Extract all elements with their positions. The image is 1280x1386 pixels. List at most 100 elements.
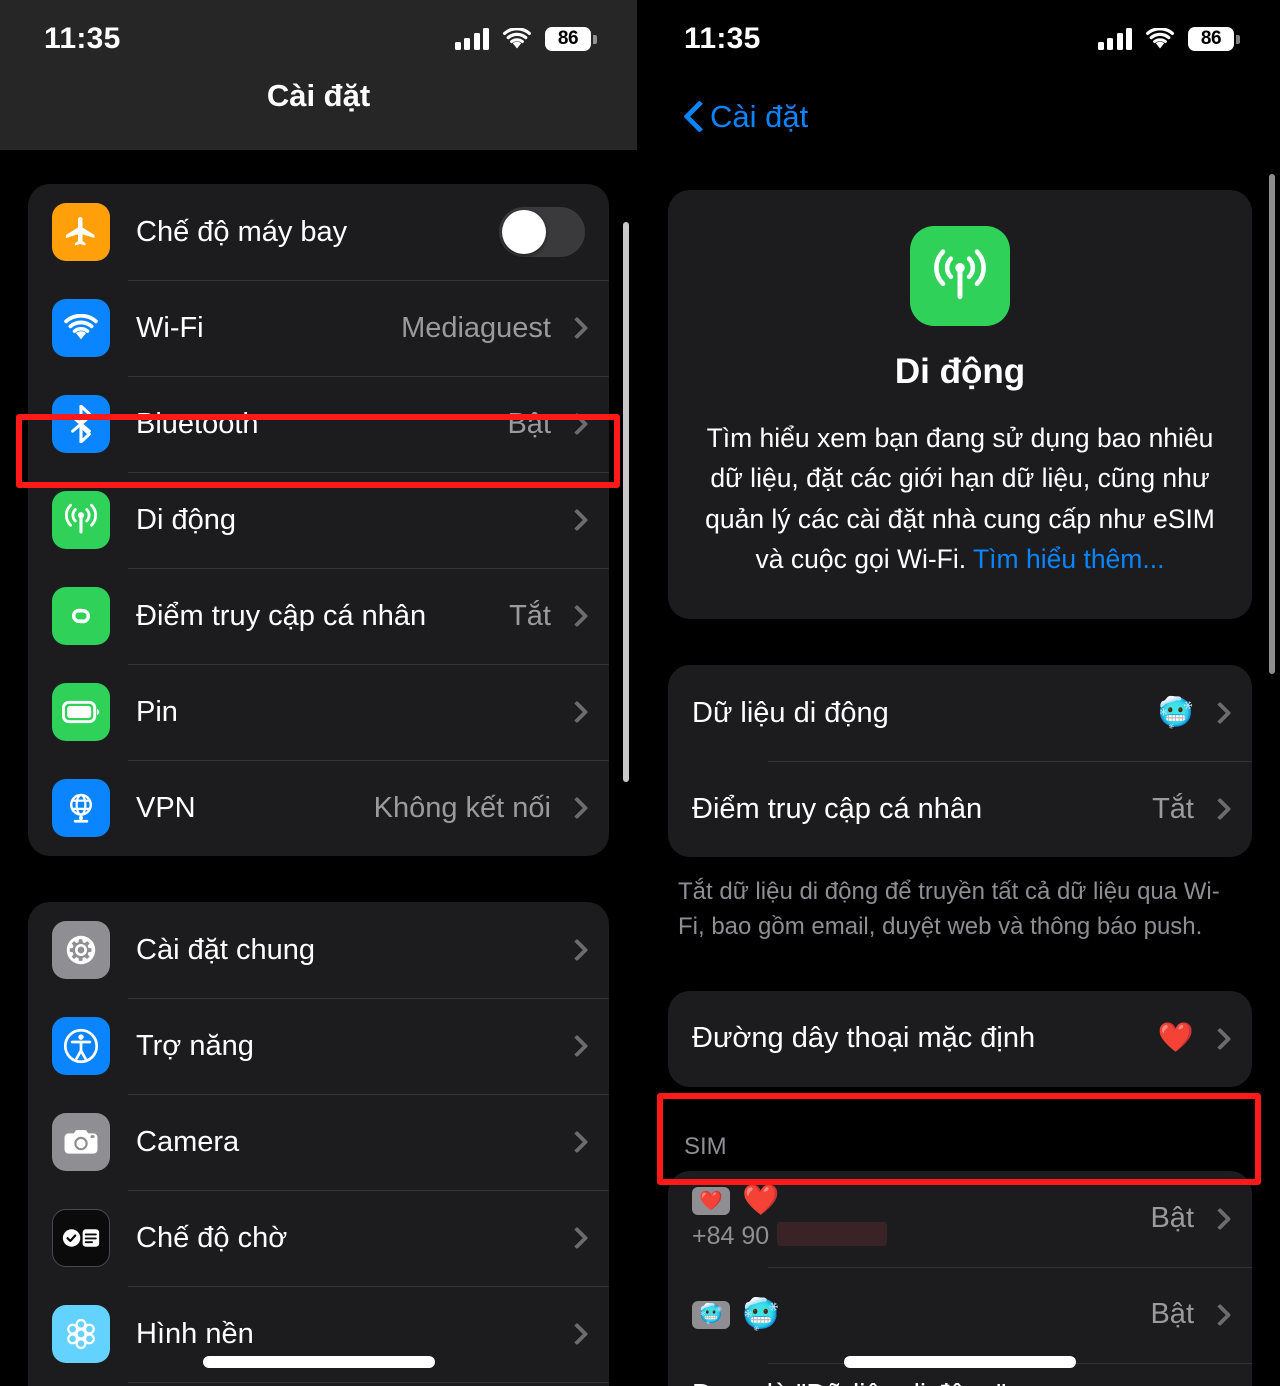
sidebar-item-accessibility[interactable]: Trợ năng bbox=[28, 998, 609, 1094]
sim-name-emoji: ❤️ bbox=[742, 1184, 780, 1218]
battery-indicator: 86 bbox=[1188, 27, 1240, 51]
back-button-label: Cài đặt bbox=[710, 99, 809, 134]
sim-badge-icon: ❤️ bbox=[692, 1187, 730, 1216]
sim-name-emoji: 🥶 bbox=[742, 1297, 780, 1331]
sidebar-item-camera[interactable]: Camera bbox=[28, 1094, 609, 1190]
sidebar-item-vpn[interactable]: VPN Không kết nối bbox=[28, 760, 609, 856]
sidebar-item-wifi[interactable]: Wi-Fi Mediaguest bbox=[28, 280, 609, 376]
chevron-right-icon bbox=[565, 1226, 589, 1250]
chevron-right-icon bbox=[565, 796, 589, 820]
sidebar-item-airplane-mode[interactable]: Chế độ máy bay bbox=[28, 184, 609, 280]
back-button[interactable]: Cài đặt bbox=[640, 78, 1280, 156]
home-indicator-right bbox=[844, 1356, 1076, 1368]
dual-phone-screenshot: 11:35 86 Cài đặt Chế độ máy bay Wi-Fi Me… bbox=[0, 0, 1280, 1386]
sim-section-header: SIM bbox=[684, 1132, 727, 1160]
cellular-antenna-icon bbox=[910, 226, 1010, 326]
sidebar-item-label: Wi-Fi bbox=[136, 311, 204, 344]
status-bar-time: 11:35 bbox=[44, 22, 121, 55]
bluetooth-icon bbox=[52, 395, 110, 453]
chevron-right-icon bbox=[565, 508, 589, 532]
chevron-right-icon bbox=[565, 700, 589, 724]
cold-face-emoji: 🥶 bbox=[1157, 696, 1194, 729]
status-bar-left: 11:35 86 bbox=[0, 0, 637, 78]
settings-list-screen: 11:35 86 Cài đặt Chế độ máy bay Wi-Fi Me… bbox=[0, 0, 640, 1386]
sidebar-item-label: Di động bbox=[136, 503, 236, 536]
settings-group-connectivity: Chế độ máy bay Wi-Fi Mediaguest Bluetoot bbox=[28, 184, 609, 856]
cellular-signal-icon bbox=[1097, 28, 1132, 50]
settings-group-system: Cài đặt chung Trợ năng Camera Chế độ chờ… bbox=[28, 902, 609, 1386]
sim-group: ❤️ ❤️ +84 90 Bật 🥶 🥶 Bật bbox=[668, 1170, 1252, 1386]
cellular-data-group: Dữ liệu di động 🥶 Điểm truy cập cá nhân … bbox=[668, 665, 1252, 858]
airplane-icon bbox=[52, 203, 110, 261]
row-value: Bật bbox=[1150, 1202, 1194, 1235]
sidebar-item-label: Camera bbox=[136, 1125, 240, 1158]
sidebar-item-label: Hình nền bbox=[136, 1317, 254, 1350]
chevron-right-icon bbox=[565, 604, 589, 628]
chevron-left-icon bbox=[684, 101, 702, 133]
red-heart-emoji: ❤️ bbox=[1157, 1022, 1194, 1055]
accessibility-icon bbox=[52, 1017, 110, 1075]
airplane-mode-toggle[interactable] bbox=[499, 207, 585, 257]
vpn-globe-icon bbox=[52, 779, 110, 837]
sim-phone-number: +84 90 bbox=[692, 1222, 1150, 1251]
cellular-hero-card: Di động Tìm hiểu xem bạn đang sử dụng ba… bbox=[668, 190, 1252, 620]
wifi-icon bbox=[502, 27, 532, 50]
camera-icon bbox=[52, 1113, 110, 1171]
row-label: Điểm truy cập cá nhân bbox=[692, 792, 983, 825]
list-item-sim-primary[interactable]: ❤️ ❤️ +84 90 Bật bbox=[668, 1171, 1252, 1267]
sidebar-item-standby[interactable]: Chế độ chờ bbox=[28, 1190, 609, 1286]
sidebar-item-label: Bluetooth bbox=[136, 407, 259, 440]
gear-icon bbox=[52, 921, 110, 979]
vpn-value: Không kết nối bbox=[373, 791, 551, 824]
status-bar-time: 11:35 bbox=[684, 22, 761, 55]
wifi-icon bbox=[52, 299, 110, 357]
list-item-personal-hotspot[interactable]: Điểm truy cập cá nhân Tắt bbox=[668, 761, 1252, 857]
wifi-icon bbox=[1145, 27, 1175, 50]
learn-more-link[interactable]: Tìm hiểu thêm... bbox=[973, 544, 1164, 574]
hero-title: Di động bbox=[894, 352, 1026, 391]
chevron-right-icon bbox=[1208, 797, 1232, 821]
battery-level: 86 bbox=[557, 28, 579, 49]
hero-description: Tìm hiểu xem bạn đang sử dụng bao nhiêu … bbox=[705, 423, 1215, 574]
row-value: Tắt bbox=[1152, 792, 1194, 825]
chevron-right-icon bbox=[1208, 1207, 1232, 1230]
cellular-scroll-area[interactable]: Di động Tìm hiểu xem bạn đang sử dụng ba… bbox=[640, 156, 1280, 1386]
list-item-default-voice-line[interactable]: Đường dây thoại mặc định ❤️ bbox=[668, 991, 1252, 1087]
chevron-right-icon bbox=[565, 938, 589, 962]
cellular-settings-screen: 11:35 86 Cài đặt Di động Tìm hiểu xem bạ… bbox=[640, 0, 1280, 1386]
wifi-value: Mediaguest bbox=[401, 311, 551, 344]
row-label: Dữ liệu di động bbox=[692, 696, 889, 729]
sidebar-item-bluetooth[interactable]: Bluetooth Bật bbox=[28, 376, 609, 472]
sidebar-item-display-brightness[interactable]: Màn hình & Độ sáng bbox=[28, 1382, 609, 1386]
sidebar-item-general[interactable]: Cài đặt chung bbox=[28, 902, 609, 998]
row-label: Đường dây thoại mặc định bbox=[692, 1022, 1036, 1055]
battery-level: 86 bbox=[1200, 28, 1222, 49]
sidebar-item-label: VPN bbox=[136, 791, 196, 824]
row-label: Đang là "Dữ liệu di động" bbox=[692, 1376, 1028, 1386]
sidebar-item-battery[interactable]: Pin bbox=[28, 664, 609, 760]
status-bar-right: 11:35 86 bbox=[640, 0, 1280, 78]
cellular-antenna-icon bbox=[52, 491, 110, 549]
chevron-right-icon bbox=[565, 1130, 589, 1154]
sidebar-item-cellular[interactable]: Di động bbox=[28, 472, 609, 568]
redacted-number-block bbox=[777, 1222, 888, 1247]
list-item-cellular-data[interactable]: Dữ liệu di động 🥶 bbox=[668, 665, 1252, 761]
chevron-right-icon bbox=[565, 412, 589, 436]
standby-icon bbox=[52, 1209, 110, 1267]
default-voice-line-group: Đường dây thoại mặc định ❤️ bbox=[668, 990, 1252, 1087]
cellular-signal-icon bbox=[454, 28, 489, 50]
sidebar-item-label: Chế độ chờ bbox=[136, 1221, 288, 1254]
scrollbar-right[interactable] bbox=[1269, 174, 1275, 674]
sidebar-item-personal-hotspot[interactable]: Điểm truy cập cá nhân Tắt bbox=[28, 568, 609, 664]
wallpaper-icon bbox=[52, 1305, 110, 1363]
cellular-data-footnote: Tắt dữ liệu di động để truyền tất cả dữ … bbox=[678, 878, 1220, 940]
bluetooth-value: Bật bbox=[507, 407, 551, 440]
settings-scroll-area[interactable]: Chế độ máy bay Wi-Fi Mediaguest Bluetoot bbox=[0, 150, 637, 1386]
list-item-sim-secondary[interactable]: 🥶 🥶 Bật bbox=[668, 1266, 1252, 1363]
sim-badge-icon: 🥶 bbox=[692, 1300, 730, 1329]
scrollbar-left[interactable] bbox=[623, 222, 629, 782]
page-title: Cài đặt bbox=[266, 78, 371, 113]
home-indicator-left bbox=[202, 1356, 435, 1368]
sidebar-item-label: Chế độ máy bay bbox=[136, 215, 348, 248]
hotspot-value: Tắt bbox=[509, 599, 551, 632]
